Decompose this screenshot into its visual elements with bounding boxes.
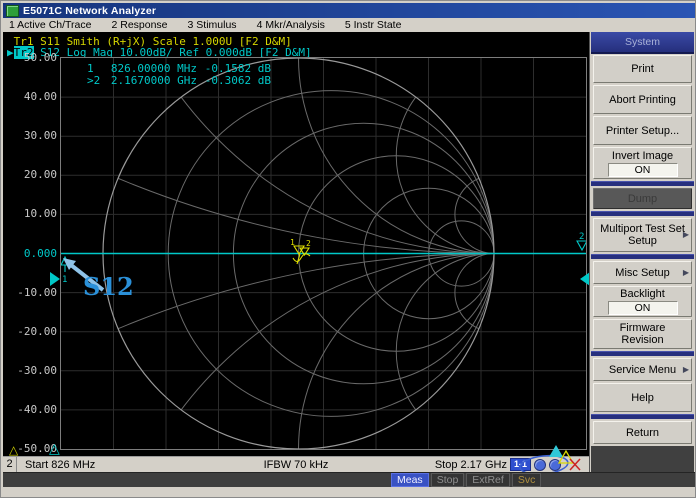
- submenu-arrow-icon: ▶: [682, 364, 689, 374]
- s11-trace-knot: [292, 245, 311, 265]
- submenu-arrow-icon: ▶: [682, 267, 689, 277]
- indicator-meas: Meas: [391, 473, 429, 487]
- softkey-print[interactable]: Print: [593, 55, 692, 83]
- submenu-arrow-icon: ▶: [682, 230, 689, 239]
- status-icon-1[interactable]: [534, 458, 546, 471]
- indicator-extref: ExtRef: [466, 473, 510, 487]
- invert-image-state: ON: [607, 162, 678, 177]
- axis-label-reference: 0.000: [23, 247, 57, 260]
- ref-level-arrow-left: [50, 272, 60, 286]
- app-icon: [6, 4, 19, 17]
- softkey-separator: [591, 254, 694, 259]
- window-bottom-edge: [3, 487, 695, 497]
- trace2-start-indicator: △: [49, 440, 60, 456]
- axis-label: 40.00: [23, 90, 57, 103]
- marker-readout-freq: 2.1670000 GHz: [110, 74, 197, 87]
- softkey-separator: [591, 211, 694, 216]
- status-icon-2[interactable]: [549, 458, 561, 471]
- softkey-invert-image[interactable]: Invert Image ON: [593, 147, 692, 179]
- start-frequency: Start 826 MHz: [25, 458, 96, 471]
- channel-indicator: 2: [3, 457, 17, 472]
- marker-2-glyph[interactable]: [576, 240, 586, 252]
- softkey-separator: [591, 351, 694, 356]
- softkey-backlight[interactable]: Backlight ON: [593, 286, 692, 317]
- stop-frequency: Stop 2.17 GHz: [434, 458, 507, 471]
- indicator-stop: Stop: [430, 473, 465, 487]
- softkey-printer-setup[interactable]: Printer Setup...: [593, 116, 692, 145]
- axis-label: -30.00: [17, 364, 57, 377]
- display-area: Tr1 S11 Smith (R+jX) Scale 1.000U [F2 D&…: [3, 32, 589, 456]
- axis-label: 10.00: [23, 207, 57, 220]
- axis-label: 30.00: [23, 129, 57, 142]
- ref-level-arrow-right: [580, 272, 589, 286]
- indicator-svc: Svc: [511, 473, 542, 487]
- axis-label: -40.00: [17, 403, 57, 416]
- backlight-state: ON: [607, 301, 678, 315]
- marker-1-number: 1: [62, 275, 67, 285]
- center-marker1-number: 1: [290, 238, 295, 247]
- menu-item-response[interactable]: 2 Response: [111, 19, 167, 31]
- window-title: E5071C Network Analyzer: [23, 4, 157, 17]
- smith-chart-plot[interactable]: 1 2 1 2: [60, 57, 587, 450]
- menu-bar: 1 Active Ch/Trace 2 Response 3 Stimulus …: [3, 18, 695, 32]
- softkey-separator: [591, 181, 694, 186]
- softkey-multiport-test-set-setup[interactable]: Multiport Test Set Setup ▶: [593, 218, 692, 252]
- marker-readout-value: -0.3062 dB: [204, 74, 271, 87]
- marker-readout: 1 826.00000 MHz -0.1582 dB >2 2.1670000 …: [87, 63, 271, 87]
- softkey-misc-setup[interactable]: Misc Setup ▶: [593, 261, 692, 284]
- marker-readout-num: >2: [87, 74, 101, 87]
- marker-row: >2 2.1670000 GHz -0.3062 dB: [87, 75, 271, 87]
- trace1-start-indicator: △: [9, 443, 19, 456]
- axis-label: -20.00: [17, 325, 57, 338]
- softkey-service-menu[interactable]: Service Menu ▶: [593, 358, 692, 381]
- menu-item-active-ch-trace[interactable]: 1 Active Ch/Trace: [9, 19, 91, 31]
- s12-annotation-label: S12: [83, 272, 134, 301]
- softkey-separator: [591, 414, 694, 419]
- status-bar: 2 Start 826 MHz IFBW 70 kHz Stop 2.17 GH…: [3, 456, 589, 472]
- ifbw-value: IFBW 70 kHz: [263, 458, 329, 471]
- softkey-help[interactable]: Help: [593, 383, 692, 412]
- softkey-menu: System Print Abort Printing Printer Setu…: [589, 32, 695, 472]
- axis-label: -10.00: [17, 286, 57, 299]
- center-marker2-number: 2: [306, 239, 311, 248]
- menu-item-stimulus[interactable]: 3 Stimulus: [188, 19, 237, 31]
- instrument-indicator-bar: Meas Stop ExtRef Svc: [3, 472, 695, 487]
- axis-label: 20.00: [23, 168, 57, 181]
- softkey-dump: Dump: [593, 188, 692, 209]
- softkey-empty-area: [591, 446, 694, 472]
- channel-trace-badge: 1-1: [509, 458, 531, 471]
- app-window: E5071C Network Analyzer 1 Active Ch/Trac…: [0, 0, 696, 498]
- menu-item-mkr-analysis[interactable]: 4 Mkr/Analysis: [257, 19, 325, 31]
- menu-item-instr-state[interactable]: 5 Instr State: [345, 19, 402, 31]
- softkey-menu-title: System: [591, 32, 694, 54]
- softkey-firmware-revision[interactable]: Firmware Revision: [593, 319, 692, 349]
- softkey-return[interactable]: Return: [593, 421, 692, 444]
- softkey-abort-printing[interactable]: Abort Printing: [593, 85, 692, 114]
- axis-label: 50.00: [23, 51, 57, 64]
- window-titlebar[interactable]: E5071C Network Analyzer: [3, 3, 695, 18]
